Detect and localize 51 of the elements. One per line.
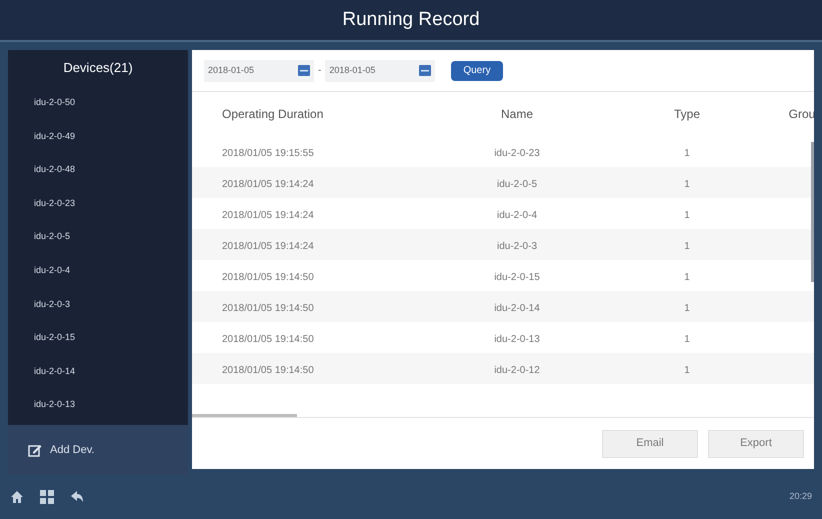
table-cell: 2018/01/05 19:14:24 [222, 240, 314, 252]
query-button[interactable]: Query [451, 60, 503, 80]
table-cell: idu-2-0-23 [494, 148, 540, 158]
device-item[interactable]: idu-2-0-5 [8, 220, 188, 254]
table-row[interactable]: 2018/01/05 19:14:24 idu-2-0-5 1 [192, 167, 814, 198]
date-separator: - [318, 64, 322, 78]
device-item[interactable]: idu-2-0-14 [8, 354, 188, 388]
table-cell: 2018/01/05 19:14:24 [222, 210, 314, 220]
table-cell: 2018/01/05 19:14:50 [222, 302, 314, 314]
sidebar-title: Devices(21) [63, 59, 133, 78]
table-cell: idu-2-0-14 [494, 302, 540, 314]
table-cell: 1 [684, 334, 690, 344]
table-cell: 1 [684, 272, 690, 282]
table-row[interactable]: 2018/01/05 19:14:50 idu-2-0-14 1 [192, 291, 814, 322]
table-cell: idu-2-0-3 [496, 240, 538, 252]
table-cell: 1 [684, 210, 690, 220]
window-title: Running Record [342, 8, 480, 32]
add-device-button[interactable]: Add Dev. [8, 425, 188, 475]
table-cell: idu-2-0-12 [494, 364, 540, 376]
table-cell: 2018/01/05 19:14:50 [222, 334, 314, 344]
end-date-field[interactable]: 2018-01-05 [325, 60, 436, 82]
table-cell: 1 [684, 240, 690, 252]
table-cell: 2018/01/05 19:14:50 [222, 364, 314, 376]
action-button[interactable]: Email [602, 430, 698, 458]
table-cell: 2018/01/05 19:14:50 [222, 272, 314, 282]
device-item[interactable]: idu-2-0-13 [8, 388, 188, 422]
table-cell: 1 [684, 302, 690, 314]
table-cell: 1 [684, 364, 690, 376]
table-cell: 1 [684, 178, 690, 190]
action-button[interactable]: Export [708, 430, 804, 458]
device-item[interactable]: idu-2-0-15 [8, 321, 188, 355]
column-header: Type [674, 107, 700, 121]
table-cell: idu-2-0-4 [496, 210, 538, 220]
device-item[interactable]: idu-2-0-23 [8, 186, 188, 220]
device-item[interactable]: idu-2-0-49 [8, 120, 188, 154]
device-item[interactable]: idu-2-0-50 [8, 86, 188, 120]
clock-time: 20:29 [789, 490, 812, 504]
table-row[interactable]: 2018/01/05 19:14:24 idu-2-0-3 1 [192, 229, 814, 260]
start-date-field[interactable]: 2018-01-05 [204, 60, 314, 82]
device-item[interactable]: idu-2-0-3 [8, 288, 188, 322]
table-cell: 2018/01/05 19:14:24 [222, 178, 314, 190]
table-cell: idu-2-0-13 [494, 334, 540, 344]
device-item[interactable]: idu-2-0-4 [8, 254, 188, 288]
table-cell: 1 [684, 148, 690, 158]
table-cell: idu-2-0-15 [494, 272, 540, 282]
table-cell: idu-2-0-5 [496, 178, 538, 190]
table-row[interactable]: 2018/01/05 19:14:50 idu-2-0-12 1 [192, 353, 814, 384]
table-cell: 2018/01/05 19:15:55 [222, 148, 314, 158]
device-item[interactable]: idu-2-0-48 [8, 153, 188, 187]
column-header: Name [500, 107, 533, 121]
column-header: Operating Duration [222, 107, 324, 121]
